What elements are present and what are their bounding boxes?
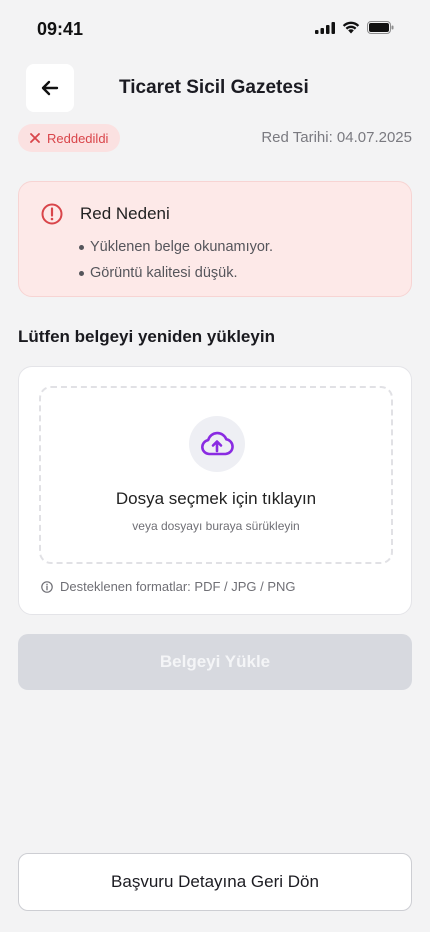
bullet-icon: [79, 270, 84, 276]
status-icons: [315, 21, 394, 34]
file-dropzone[interactable]: Dosya seçmek için tıklayın veya dosyayı …: [39, 386, 393, 564]
alert-circle-icon: [41, 203, 63, 225]
status-time: 09:41: [37, 19, 84, 39]
dropzone-title: Dosya seçmek için tıklayın: [115, 489, 317, 508]
header: Ticaret Sicil Gazetesi: [0, 64, 430, 112]
back-to-application-button[interactable]: Başvuru Detayına Geri Dön: [18, 853, 412, 911]
page-title: Ticaret Sicil Gazetesi: [119, 77, 309, 98]
status-badge: Reddedildi: [18, 124, 121, 152]
rejection-reason-card: Red Nedeni Yüklenen belge okunamıyor. Gö…: [18, 181, 412, 297]
reason-text: Görüntü kalitesi düşük.: [90, 265, 238, 281]
list-item: Görüntü kalitesi düşük.: [79, 260, 273, 286]
dropzone-subtitle: veya dosyayı buraya sürükleyin: [132, 519, 300, 533]
reason-text: Yüklenen belge okunamıyor.: [90, 239, 273, 255]
close-icon: [30, 133, 40, 143]
reject-date: Red Tarihi: 04.07.2025: [261, 129, 412, 146]
signal-icon: [315, 21, 335, 34]
upload-icon-circle: [189, 416, 245, 472]
arrow-left-icon: [41, 80, 59, 96]
status-bar: 09:41: [0, 0, 430, 56]
status-badge-label: Reddedildi: [47, 130, 109, 146]
status-row: Reddedildi Red Tarihi: 04.07.2025: [18, 124, 412, 152]
upload-document-button[interactable]: Belgeyi Yükle: [18, 634, 412, 690]
supported-formats: Desteklenen formatlar: PDF / JPG / PNG: [41, 579, 296, 594]
bullet-icon: [79, 244, 84, 250]
supported-formats-text: Desteklenen formatlar: PDF / JPG / PNG: [60, 579, 296, 594]
rejection-reason-list: Yüklenen belge okunamıyor. Görüntü kalit…: [79, 234, 273, 286]
upload-section-title: Lütfen belgeyi yeniden yükleyin: [18, 327, 275, 346]
wifi-icon: [342, 21, 360, 34]
back-button[interactable]: [26, 64, 74, 112]
battery-icon: [367, 21, 394, 34]
list-item: Yüklenen belge okunamıyor.: [79, 234, 273, 260]
rejection-reason-title: Red Nedeni: [80, 204, 170, 223]
cloud-upload-icon: [201, 431, 234, 456]
info-icon: [41, 580, 53, 593]
upload-card: Dosya seçmek için tıklayın veya dosyayı …: [18, 366, 412, 615]
